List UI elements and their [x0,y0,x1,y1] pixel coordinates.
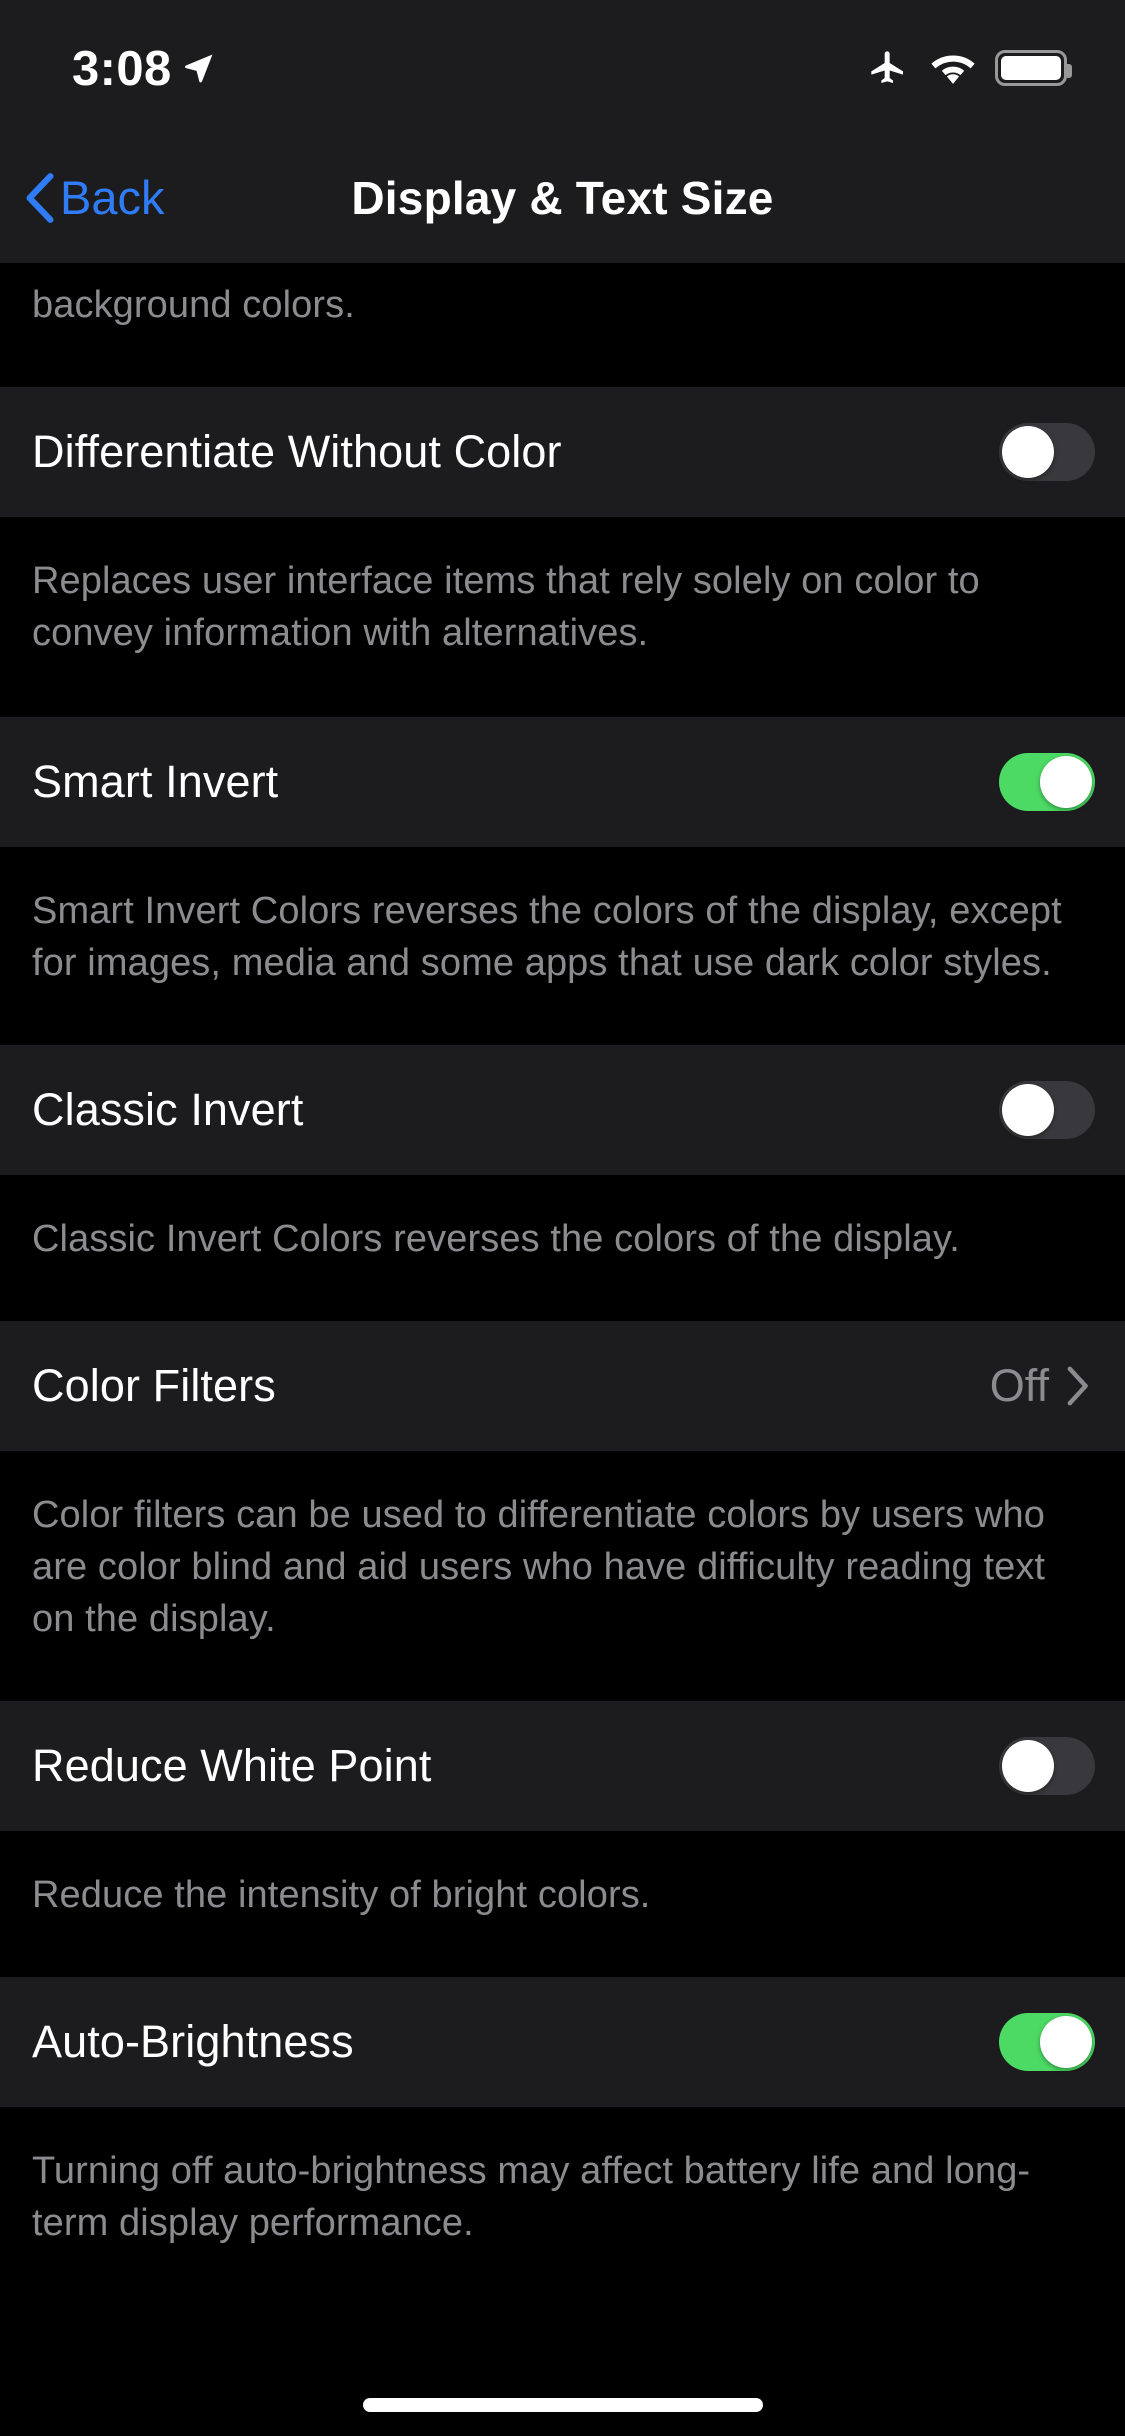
toggle-differentiate-without-color[interactable] [999,423,1095,481]
settings-list[interactable]: background colors. Differentiate Without… [0,263,1125,2436]
toggle-smart-invert[interactable] [999,753,1095,811]
airplane-mode-icon [865,48,911,88]
battery-level-fill [1001,56,1061,80]
footer-reduce-white-point: Reduce the intensity of bright colors. [0,1831,1125,1977]
footer-differentiate-without-color: Replaces user interface items that rely … [0,517,1125,717]
footer-smart-invert: Smart Invert Colors reverses the colors … [0,847,1125,1045]
navigation-bar: Back Display & Text Size [0,132,1125,263]
row-label: Smart Invert [32,756,279,807]
status-bar-left: 3:08 [72,39,216,94]
wifi-icon [931,51,975,85]
toggle-knob [1040,2016,1092,2068]
footer-text: Replaces user interface items that rely … [32,560,980,654]
toggle-knob [1002,1084,1054,1136]
row-classic-invert[interactable]: Classic Invert [0,1045,1125,1175]
iphone-screen: 3:08 Back Display & Text Size background… [0,0,1125,2436]
battery-icon [995,50,1072,86]
status-bar: 3:08 [0,0,1125,132]
status-bar-right [865,44,1072,88]
toggle-classic-invert[interactable] [999,1081,1095,1139]
home-indicator[interactable] [362,2398,763,2412]
location-arrow-icon [182,47,216,85]
status-bar-clock: 3:08 [72,41,172,96]
row-reduce-white-point[interactable]: Reduce White Point [0,1701,1125,1831]
page-title: Display & Text Size [351,171,774,224]
row-color-filters[interactable]: Color Filters Off [0,1321,1125,1451]
footer-auto-brightness: Turning off auto-brightness may affect b… [0,2107,1125,2305]
footer-text: background colors. [32,284,355,326]
footer-text: Color filters can be used to differentia… [32,1494,1046,1640]
toggle-knob [1002,1740,1054,1792]
row-label: Reduce White Point [32,1740,432,1791]
chevron-right-icon [1067,1366,1095,1406]
row-label: Auto-Brightness [32,2016,354,2067]
footer-color-filters: Color filters can be used to differentia… [0,1451,1125,1701]
row-smart-invert[interactable]: Smart Invert [0,717,1125,847]
row-label: Color Filters [32,1360,276,1411]
footer-text: Turning off auto-brightness may affect b… [32,2150,1031,2244]
footer-text: Classic Invert Colors reverses the color… [32,1218,960,1260]
toggle-knob [1040,756,1092,808]
toggle-reduce-white-point[interactable] [999,1737,1095,1795]
footer-text: Smart Invert Colors reverses the colors … [32,890,1062,984]
footer-partial-top: background colors. [0,263,1125,387]
row-auto-brightness[interactable]: Auto-Brightness [0,1977,1125,2107]
footer-text: Reduce the intensity of bright colors. [32,1874,651,1916]
footer-classic-invert: Classic Invert Colors reverses the color… [0,1175,1125,1321]
row-value: Off [989,1360,1049,1411]
row-differentiate-without-color[interactable]: Differentiate Without Color [0,387,1125,517]
row-label: Classic Invert [32,1084,304,1135]
row-label: Differentiate Without Color [32,426,562,477]
toggle-knob [1002,426,1054,478]
toggle-auto-brightness[interactable] [999,2013,1095,2071]
row-accessory: Off [990,1360,1095,1412]
